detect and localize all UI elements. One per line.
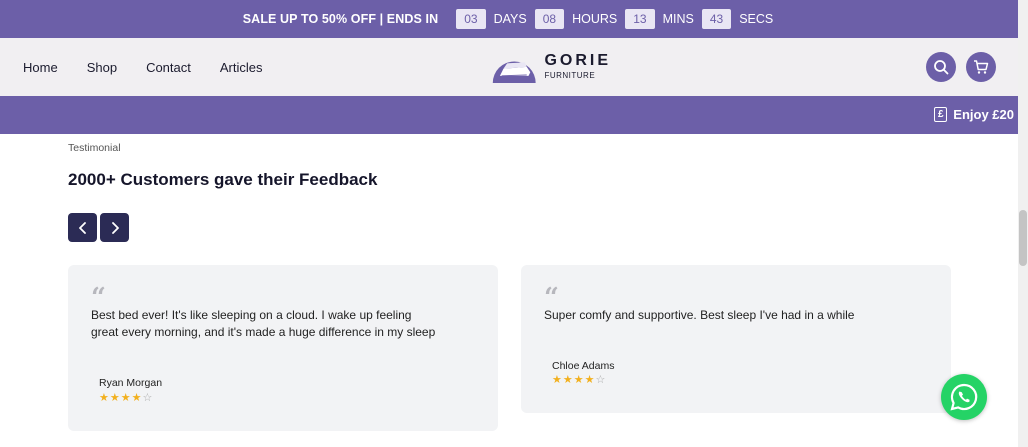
main-nav: Home Shop Contact Articles xyxy=(23,60,292,75)
countdown-secs-label: SECS xyxy=(739,12,774,26)
next-button[interactable] xyxy=(100,213,129,242)
star-filled-icon: ★ xyxy=(109,392,121,404)
cart-button[interactable] xyxy=(966,52,996,82)
nav-home[interactable]: Home xyxy=(23,60,58,75)
promo-band: £ Enjoy £20 xyxy=(0,96,1018,134)
scrollbar-thumb[interactable] xyxy=(1019,210,1027,266)
review-card: “ Best bed ever! It's like sleeping on a… xyxy=(68,265,498,431)
nav-contact[interactable]: Contact xyxy=(146,60,191,75)
cart-icon xyxy=(974,60,989,74)
star-empty-icon: ☆ xyxy=(595,374,607,386)
star-rating: ★★★★☆ xyxy=(552,373,606,386)
site-header: Home Shop Contact Articles GORIE FURNITU… xyxy=(0,38,1018,96)
nav-shop[interactable]: Shop xyxy=(87,60,117,75)
section-title: 2000+ Customers gave their Feedback xyxy=(68,170,378,189)
sale-bar: SALE UP TO 50% OFF | ENDS IN 03 DAYS 08 … xyxy=(0,0,1018,38)
logo-mark-icon xyxy=(492,61,536,83)
logo-subtitle: FURNITURE xyxy=(544,70,596,80)
star-filled-icon: ★ xyxy=(584,374,596,386)
countdown-hours-value: 08 xyxy=(534,9,565,29)
page-scrollbar[interactable] xyxy=(1018,0,1028,447)
reviewer-name: Chloe Adams xyxy=(552,360,615,372)
search-icon xyxy=(934,60,949,75)
chevron-right-icon xyxy=(111,221,119,234)
logo[interactable]: GORIE FURNITURE xyxy=(491,47,611,85)
star-filled-icon: ★ xyxy=(120,392,132,404)
star-rating: ★★★★☆ xyxy=(99,391,153,404)
countdown-mins-value: 13 xyxy=(625,9,655,29)
countdown-days-label: DAYS xyxy=(493,12,527,26)
star-empty-icon: ☆ xyxy=(142,392,154,404)
search-button[interactable] xyxy=(926,52,956,82)
reviewer-name: Ryan Morgan xyxy=(99,377,163,389)
logo-name: GORIE xyxy=(544,51,611,69)
chevron-left-icon xyxy=(78,221,86,234)
countdown-mins-label: MINS xyxy=(662,12,694,26)
countdown-days-value: 03 xyxy=(456,9,486,29)
sale-text: SALE UP TO 50% OFF | ENDS IN xyxy=(242,12,439,26)
review-card: “ Super comfy and supportive. Best sleep… xyxy=(521,265,951,413)
review-text: Best bed ever! It's like sleeping on a c… xyxy=(91,308,436,339)
star-filled-icon: ★ xyxy=(552,374,563,386)
star-filled-icon: ★ xyxy=(131,392,143,404)
review-text: Super comfy and supportive. Best sleep I… xyxy=(544,308,855,322)
section-tag: Testimonial xyxy=(68,142,121,154)
star-filled-icon: ★ xyxy=(573,374,585,386)
pound-icon: £ xyxy=(934,107,948,122)
whatsapp-button[interactable] xyxy=(941,374,987,420)
star-filled-icon: ★ xyxy=(99,392,110,404)
prev-button[interactable] xyxy=(68,213,97,242)
star-filled-icon: ★ xyxy=(562,374,574,386)
promo-text: Enjoy £20 xyxy=(953,107,1014,122)
countdown-hours-label: HOURS xyxy=(572,12,618,26)
countdown-secs-value: 43 xyxy=(701,9,732,29)
nav-articles[interactable]: Articles xyxy=(220,60,263,75)
promo-message: £ Enjoy £20 xyxy=(934,107,1014,122)
whatsapp-icon xyxy=(950,383,978,411)
